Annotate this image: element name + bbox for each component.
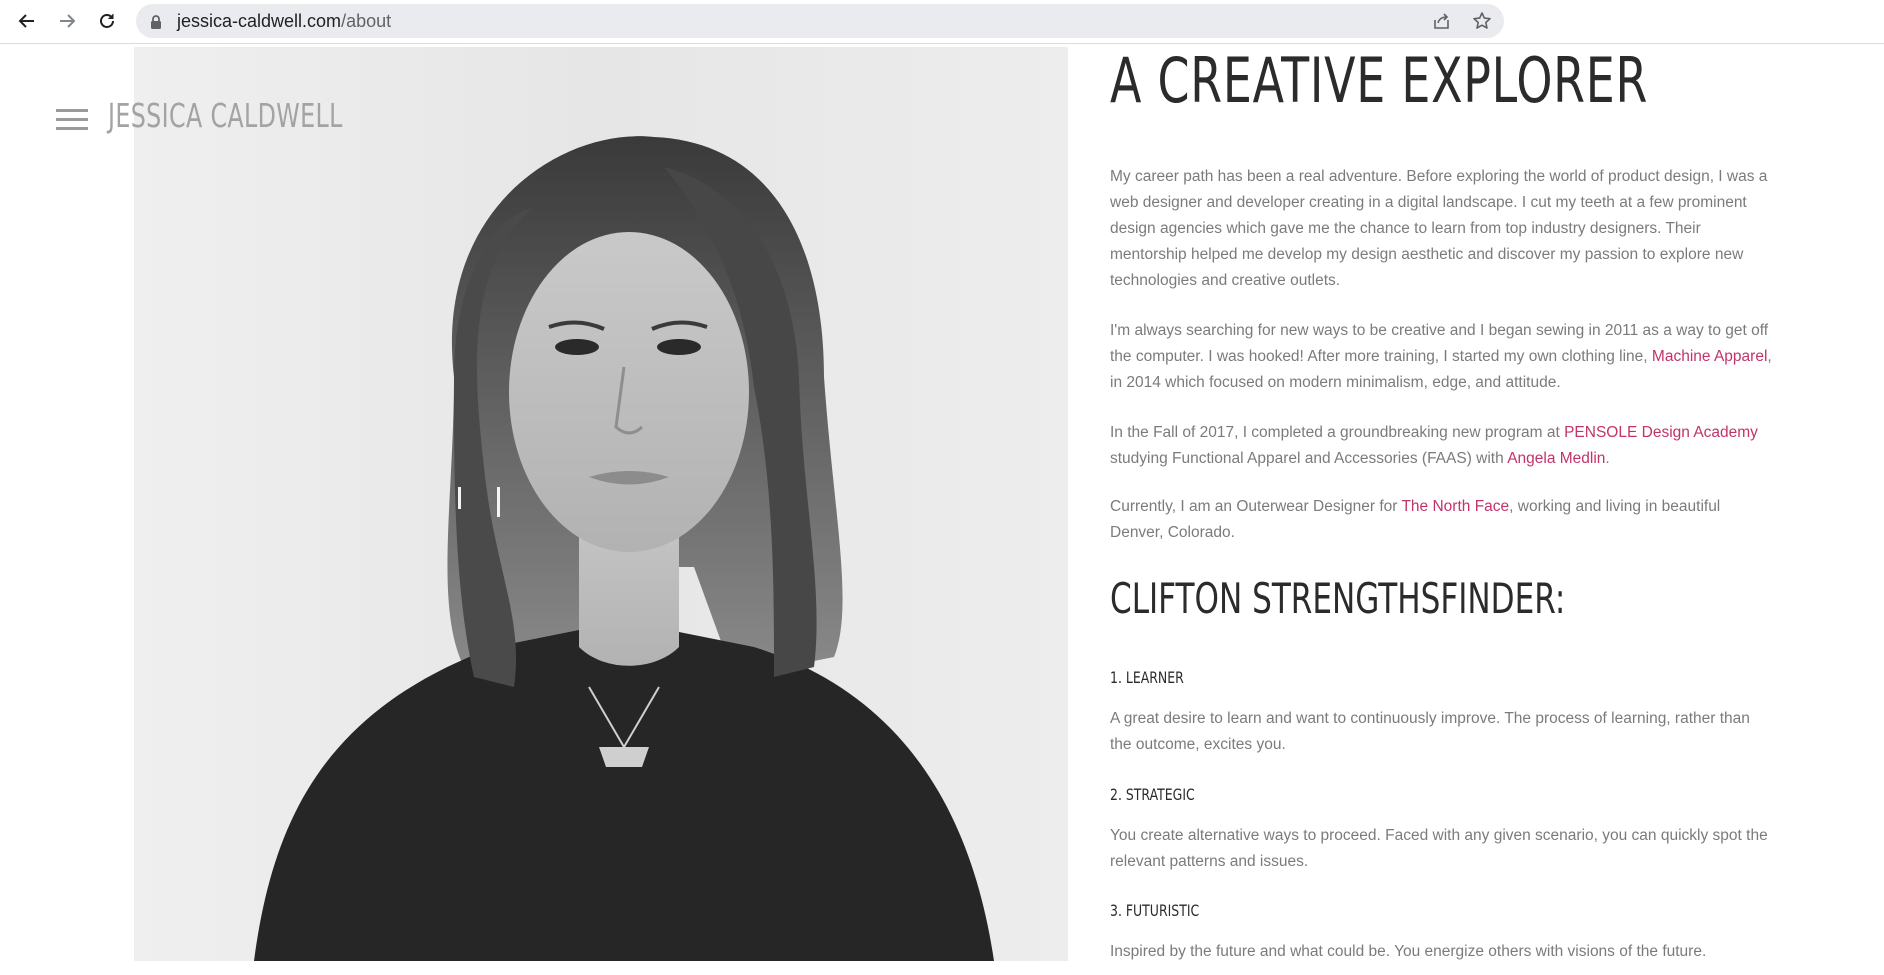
intro-paragraph: My career path has been a real adventure… — [1110, 168, 1768, 289]
strengths-heading: CLIFTON STRENGTHSFINDER: — [1110, 574, 1566, 623]
strength-title-2: 2. STRATEGIC — [1110, 785, 1195, 804]
north-face-link[interactable]: The North Face — [1401, 498, 1509, 515]
pensole-link[interactable]: PENSOLE Design Academy — [1564, 424, 1758, 441]
strength-text-3: Inspired by the future and what could be… — [1110, 943, 1707, 960]
back-icon[interactable] — [11, 5, 43, 37]
angela-medlin-link[interactable]: Angela Medlin — [1507, 450, 1605, 467]
lock-icon[interactable] — [150, 14, 162, 33]
current-paragraph: Currently, I am an Outerwear Designer fo… — [1110, 494, 1775, 546]
reload-icon[interactable] — [91, 5, 123, 37]
pensole-text-2: studying Functional Apparel and Accessor… — [1110, 450, 1508, 467]
pensole-text-1: In the Fall of 2017, I completed a groun… — [1110, 424, 1565, 441]
strength-text-1: A great desire to learn and want to cont… — [1110, 710, 1750, 753]
url-path: /about — [341, 11, 392, 31]
sewing-paragraph: I'm always searching for new ways to be … — [1110, 318, 1775, 396]
share-icon[interactable] — [1432, 11, 1452, 31]
pensole-paragraph: In the Fall of 2017, I completed a groun… — [1110, 420, 1775, 472]
strength-title-3: 3. FUTURISTIC — [1110, 901, 1200, 920]
page-heading: A CREATIVE EXPLORER — [1110, 44, 1649, 117]
portrait-photo — [134, 47, 1068, 961]
forward-icon[interactable] — [51, 5, 83, 37]
address-bar[interactable]: jessica-caldwell.com/about — [136, 4, 1504, 38]
hamburger-icon[interactable] — [56, 109, 88, 131]
browser-toolbar: jessica-caldwell.com/about — [0, 0, 1884, 44]
pensole-text-3: . — [1605, 450, 1610, 467]
machine-apparel-link[interactable]: Machine Apparel — [1652, 348, 1767, 365]
strength-title-1: 1. LEARNER — [1110, 668, 1184, 687]
current-text-1: Currently, I am an Outerwear Designer fo… — [1110, 498, 1402, 515]
url-host: jessica-caldwell.com — [177, 11, 342, 31]
url-text[interactable]: jessica-caldwell.com/about — [177, 4, 391, 38]
site-title[interactable]: JESSICA CALDWELL — [108, 96, 343, 135]
strength-text-2: You create alternative ways to proceed. … — [1110, 827, 1768, 870]
star-icon[interactable] — [1472, 11, 1492, 31]
